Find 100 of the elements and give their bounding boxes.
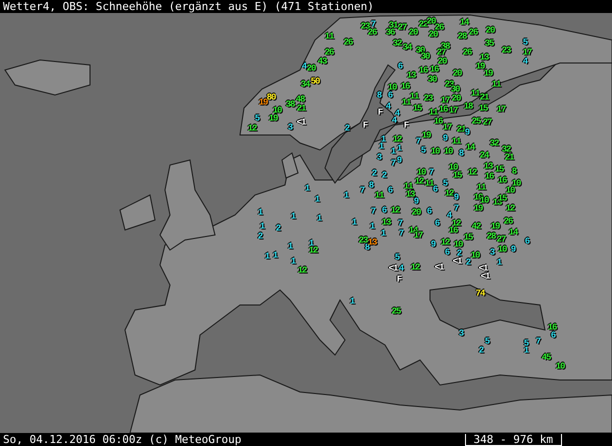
snow-depth-label: 17 xyxy=(496,106,506,114)
snow-depth-label: 11 xyxy=(424,180,434,188)
snow-depth-label: 2 xyxy=(344,124,350,134)
snow-depth-label: 1 xyxy=(350,298,354,306)
snow-depth-label: 21 xyxy=(504,154,514,162)
snow-depth-label: 16 xyxy=(430,66,438,74)
snow-depth-label: 5 xyxy=(394,254,400,262)
snow-depth-label: 20 xyxy=(412,208,420,218)
snow-depth-label: 6 xyxy=(550,332,556,340)
snow-depth-label: 32 xyxy=(502,146,510,154)
snow-depth-label: 19 xyxy=(490,222,500,232)
snow-depth-label: 8 xyxy=(512,168,516,176)
snow-depth-label: 10 xyxy=(556,362,564,372)
snow-depth-label: 15 xyxy=(464,234,472,242)
snow-depth-label: 9 xyxy=(442,134,448,144)
snow-depth-label: 1 xyxy=(258,208,262,218)
snow-depth-label: 6 xyxy=(426,208,432,216)
snow-depth-label: 14 xyxy=(460,18,468,28)
snow-depth-label: 35 xyxy=(484,40,494,48)
snow-depth-label: 12 xyxy=(468,168,476,178)
snow-depth-label: 6 xyxy=(398,62,402,72)
snow-depth-label: 34 xyxy=(300,80,310,90)
snow-depth-label: 18 xyxy=(464,102,472,112)
snow-depth-label: 45 xyxy=(542,354,550,362)
snow-depth-label: 1 xyxy=(304,184,310,194)
snow-depth-label: 20 xyxy=(452,70,462,78)
timestamp-text: So, 04.12.2016 06:00z (c) MeteoGroup xyxy=(3,433,242,446)
snow-depth-label: 26 xyxy=(344,38,352,48)
snow-depth-label: <1 xyxy=(434,264,444,272)
snow-depth-label: 10 xyxy=(416,168,426,178)
snow-depth-label: 26 xyxy=(468,28,478,38)
snow-depth-label: 14 xyxy=(466,144,474,152)
snow-depth-label: 6 xyxy=(388,92,392,100)
snow-depth-label: 4 xyxy=(446,212,452,220)
snow-depth-label: <1 xyxy=(480,272,490,282)
snow-depth-label: 6 xyxy=(524,238,530,246)
snow-depth-label: 17 xyxy=(440,96,450,106)
snow-depth-label: 1 xyxy=(290,258,296,266)
snow-depth-label: 12 xyxy=(390,206,400,216)
snow-depth-label: 7 xyxy=(536,338,540,346)
snow-depth-label: 9 xyxy=(414,198,418,206)
snow-depth-label: 4 xyxy=(302,62,306,72)
snow-depth-label: 16 xyxy=(418,66,428,76)
snow-depth-label: 1 xyxy=(288,242,292,252)
snow-depth-label: 12 xyxy=(248,124,256,134)
snow-depth-label: 13 xyxy=(382,218,390,228)
snow-depth-label: 11 xyxy=(374,192,384,200)
snow-depth-label: 20 xyxy=(486,26,494,36)
snow-depth-label: 11 xyxy=(452,138,460,146)
snow-depth-label: 9 xyxy=(464,128,470,138)
snow-depth-label: 1 xyxy=(396,144,402,154)
snow-depth-label: 42 xyxy=(472,222,480,232)
snow-depth-label: 3 xyxy=(490,248,494,258)
snow-depth-label: F xyxy=(362,122,368,130)
snow-depth-label: 80 xyxy=(266,94,276,102)
snow-depth-label: 16 xyxy=(434,118,442,126)
snow-depth-label: 3 xyxy=(376,154,382,162)
snow-depth-label: 32 xyxy=(392,40,402,48)
snow-depth-label: 20 xyxy=(426,18,436,26)
snow-depth-label: 16 xyxy=(498,176,506,186)
snow-depth-label: 11 xyxy=(470,90,480,98)
snow-depth-label: 7 xyxy=(370,20,376,30)
snow-depth-label: 26 xyxy=(368,28,376,38)
window-title: Wetter4, OBS: Schneehöhe (ergänzt aus E) (471 Stationen) xyxy=(3,0,374,13)
snow-depth-label: 10 xyxy=(272,106,282,116)
snow-depth-label: 1 xyxy=(314,196,320,204)
snow-depth-label: 2 xyxy=(258,232,262,242)
snow-depth-label: 30 xyxy=(420,52,430,62)
snow-depth-label: 2 xyxy=(466,258,470,268)
scale-bar: 348 - 976 km xyxy=(464,434,562,446)
snow-depth-label: 12 xyxy=(308,246,318,256)
snow-depth-label: 1 xyxy=(344,192,348,200)
snow-depth-label: 15 xyxy=(412,104,422,114)
snow-depth-label: F xyxy=(396,276,402,284)
snow-depth-label: 6 xyxy=(382,206,386,216)
snow-depth-label: 7 xyxy=(398,220,402,228)
snow-depth-label: 38 xyxy=(286,100,294,110)
snow-depth-label: 17 xyxy=(414,232,422,240)
snow-depth-label: 16 xyxy=(448,226,458,236)
snow-depth-label: 34 xyxy=(402,44,412,52)
snow-depth-label: 7 xyxy=(360,186,364,196)
snow-depth-label: 1 xyxy=(378,142,384,152)
snow-depth-label: 11 xyxy=(324,32,334,42)
snow-depth-label: 4 xyxy=(392,116,396,126)
snow-depth-label: 12 xyxy=(506,204,514,214)
snow-depth-label: 8 xyxy=(458,150,464,158)
snow-depth-label: 30 xyxy=(450,86,460,94)
snow-depth-label: 23 xyxy=(360,22,370,32)
snow-depth-label: 19 xyxy=(474,204,482,214)
snow-depth-label: 7 xyxy=(390,160,396,168)
snow-depth-label: 27 xyxy=(496,236,506,244)
snow-depth-label: 12 xyxy=(392,136,402,144)
snow-depth-label: 19 xyxy=(476,62,484,72)
snow-depth-label: 9 xyxy=(510,246,516,254)
snow-depth-label: 2 xyxy=(478,346,484,356)
snow-depth-label: 23 xyxy=(424,94,432,104)
snow-depth-label: 3 xyxy=(288,124,292,132)
snow-depth-label: 8 xyxy=(376,92,382,100)
snow-depth-label: <1 xyxy=(296,118,306,128)
snow-depth-label: <1 xyxy=(452,258,462,266)
